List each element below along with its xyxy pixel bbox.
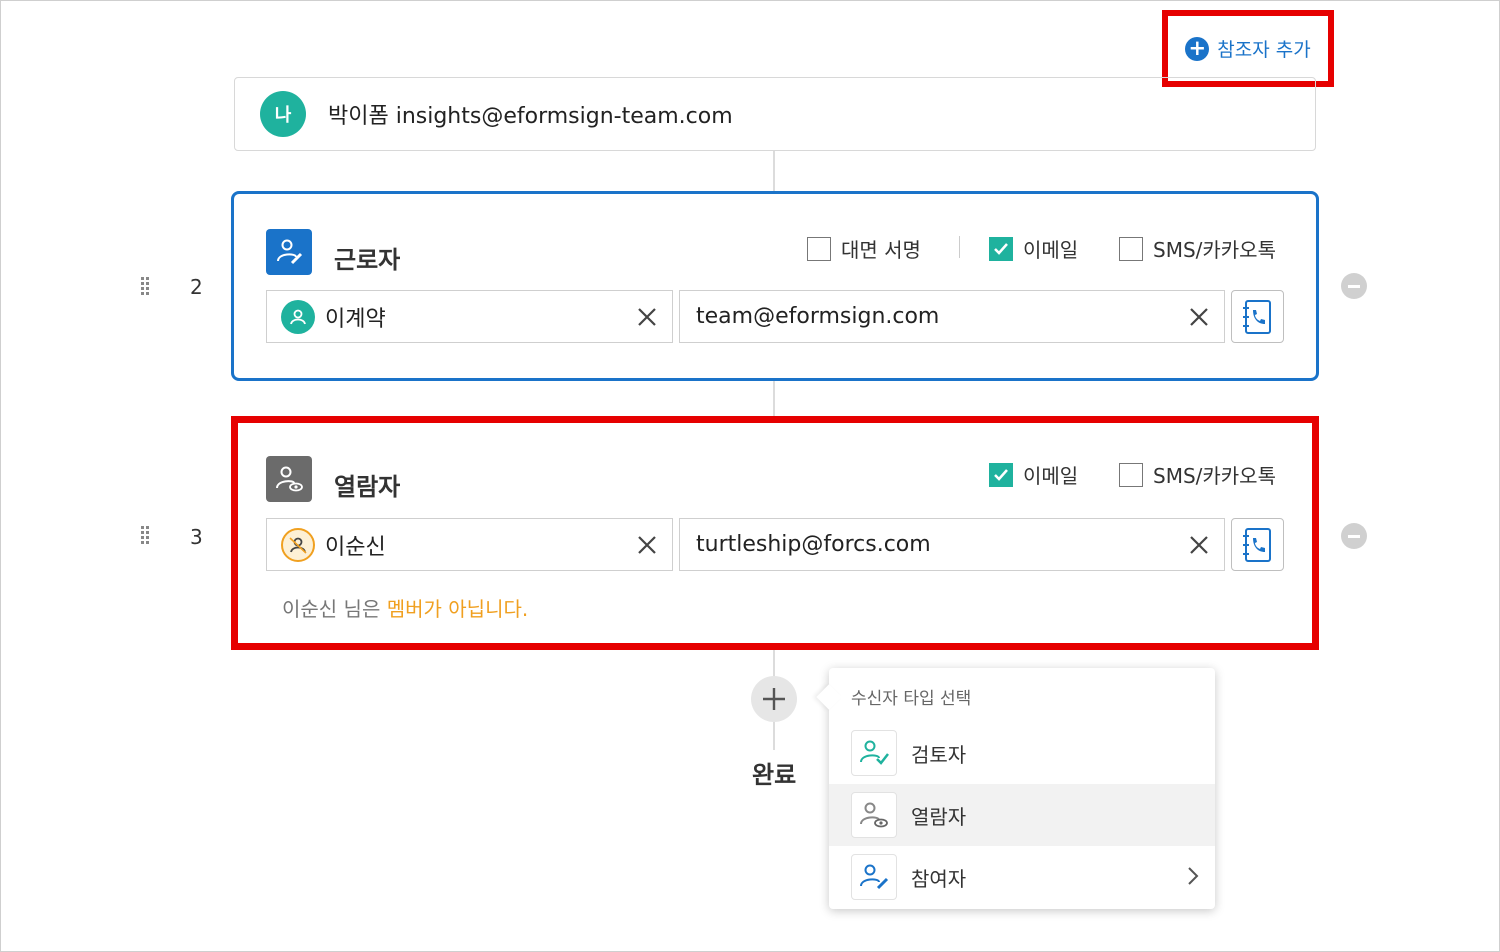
option-label: SMS/카카오톡 bbox=[1153, 238, 1276, 262]
clear-icon[interactable] bbox=[634, 532, 660, 558]
checkbox-checked[interactable] bbox=[989, 236, 1013, 261]
menu-item-viewer[interactable]: 열람자 bbox=[829, 784, 1215, 846]
clear-icon[interactable] bbox=[1186, 304, 1212, 330]
sender-row: 나 박이폼 insights@eformsign-team.com bbox=[234, 77, 1316, 151]
option-in-person-sign[interactable]: 대면 서명 bbox=[807, 234, 921, 263]
role-title: 근로자 bbox=[334, 246, 401, 274]
step-number: 2 bbox=[190, 275, 203, 299]
add-cc-label: 참조자 추가 bbox=[1217, 39, 1311, 61]
address-book-button[interactable] bbox=[1231, 290, 1284, 343]
address-book-icon bbox=[1242, 299, 1271, 334]
email-field[interactable]: turtleship@forcs.com bbox=[679, 518, 1225, 571]
warning-highlight: 멤버가 아닙니다. bbox=[386, 597, 529, 621]
warning-text: 이순신 님은 bbox=[282, 597, 387, 621]
name-value[interactable]: 이계약 bbox=[325, 301, 634, 333]
divider bbox=[959, 236, 960, 258]
me-avatar: 나 bbox=[260, 91, 306, 137]
connector-line bbox=[773, 151, 775, 191]
option-email[interactable]: 이메일 bbox=[989, 460, 1078, 489]
participant-icon bbox=[851, 854, 897, 900]
sender-info: 박이폼 insights@eformsign-team.com bbox=[328, 104, 733, 129]
recipient-card-viewer: 열람자 이메일 SMS/카카오톡 이순신 turtleship@forcs.co… bbox=[231, 416, 1319, 650]
menu-item-label: 검토자 bbox=[911, 742, 967, 767]
option-sms-kakao[interactable]: SMS/카카오톡 bbox=[1119, 234, 1276, 263]
menu-item-participant[interactable]: 참여자 bbox=[829, 846, 1215, 908]
remove-step-button[interactable] bbox=[1341, 523, 1367, 549]
name-field[interactable]: 이순신 bbox=[266, 518, 673, 571]
email-value[interactable]: team@eformsign.com bbox=[680, 304, 1186, 329]
option-email[interactable]: 이메일 bbox=[989, 234, 1078, 263]
drag-handle-icon[interactable] bbox=[140, 525, 150, 547]
menu-title: 수신자 타입 선택 bbox=[851, 689, 972, 709]
non-member-avatar-icon bbox=[281, 527, 315, 562]
menu-item-label: 열람자 bbox=[911, 804, 967, 829]
clear-icon[interactable] bbox=[634, 304, 660, 330]
non-member-warning: 이순신 님은 멤버가 아닙니다. bbox=[282, 593, 528, 622]
plus-circle-icon: + bbox=[1185, 36, 1210, 61]
email-value[interactable]: turtleship@forcs.com bbox=[680, 532, 1186, 557]
option-label: 이메일 bbox=[1023, 464, 1079, 488]
email-field[interactable]: team@eformsign.com bbox=[679, 290, 1225, 343]
plus-icon bbox=[763, 688, 785, 710]
checkbox[interactable] bbox=[1119, 236, 1143, 261]
address-book-icon bbox=[1242, 527, 1271, 562]
connector-line bbox=[773, 381, 775, 416]
viewer-role-icon bbox=[266, 456, 312, 502]
option-label: SMS/카카오톡 bbox=[1153, 464, 1276, 488]
option-sms-kakao[interactable]: SMS/카카오톡 bbox=[1119, 460, 1276, 489]
done-label: 완료 bbox=[752, 755, 797, 790]
remove-step-button[interactable] bbox=[1341, 273, 1367, 299]
checkbox[interactable] bbox=[1119, 462, 1143, 487]
add-cc-button[interactable]: + 참조자 추가 bbox=[1162, 10, 1334, 87]
address-book-button[interactable] bbox=[1231, 518, 1284, 571]
menu-item-label: 참여자 bbox=[911, 866, 967, 891]
signer-role-icon bbox=[266, 229, 312, 275]
menu-item-reviewer[interactable]: 검토자 bbox=[829, 722, 1215, 784]
option-label: 이메일 bbox=[1023, 238, 1079, 262]
add-step-button[interactable] bbox=[751, 676, 797, 722]
drag-handle-icon[interactable] bbox=[140, 276, 150, 298]
recipient-type-menu: 수신자 타입 선택 검토자 열람자 참여자 bbox=[816, 668, 1215, 909]
reviewer-icon bbox=[851, 730, 897, 776]
member-avatar-icon bbox=[281, 299, 315, 334]
recipient-card-worker: 근로자 대면 서명 이메일 SMS/카카오톡 이계약 team@eformsig… bbox=[231, 191, 1319, 381]
clear-icon[interactable] bbox=[1186, 532, 1212, 558]
name-value[interactable]: 이순신 bbox=[325, 529, 634, 561]
option-label: 대면 서명 bbox=[841, 238, 921, 262]
checkbox-checked[interactable] bbox=[989, 462, 1013, 487]
name-field[interactable]: 이계약 bbox=[266, 290, 673, 343]
checkbox[interactable] bbox=[807, 236, 831, 261]
chevron-right-icon bbox=[1188, 867, 1199, 885]
viewer-icon bbox=[851, 792, 897, 838]
role-title: 열람자 bbox=[334, 473, 401, 501]
step-number: 3 bbox=[190, 525, 203, 549]
